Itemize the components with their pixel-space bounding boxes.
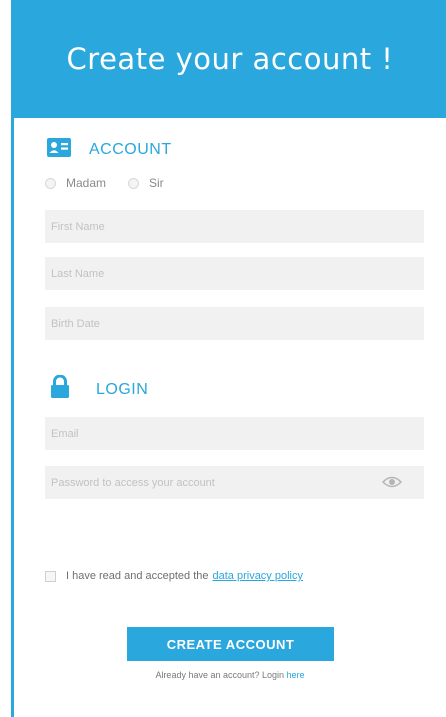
radio-sir-label: Sir — [149, 176, 164, 190]
login-section-title: LOGIN — [50, 374, 149, 404]
first-name-input[interactable] — [45, 210, 424, 243]
login-section-label: LOGIN — [96, 380, 149, 398]
login-prompt: Already have an account? Login here — [0, 670, 446, 680]
radio-madam-circle[interactable] — [45, 177, 56, 189]
login-prompt-text: Already have an account? Login — [155, 670, 285, 680]
page-title: Create your account ! — [66, 42, 394, 76]
id-card-icon — [47, 138, 71, 162]
email-input[interactable] — [45, 417, 424, 450]
account-section-label: ACCOUNT — [89, 141, 172, 158]
radio-sir-circle[interactable] — [128, 177, 140, 189]
account-section-title: ACCOUNT — [47, 138, 172, 162]
radio-madam-label: Madam — [66, 176, 107, 190]
create-account-page: Create your account ! ACCOUNT Madam Sir — [0, 0, 446, 717]
privacy-consent-checkbox[interactable] — [45, 570, 56, 582]
privacy-policy-link[interactable]: data privacy policy — [213, 570, 304, 582]
create-account-button[interactable]: CREATE ACCOUNT — [127, 627, 334, 661]
last-name-input[interactable] — [45, 257, 424, 290]
radio-sir[interactable]: Sir — [128, 176, 164, 190]
birth-date-input[interactable] — [45, 307, 424, 340]
civility-radio-group: Madam Sir — [45, 176, 186, 190]
eye-icon[interactable] — [381, 475, 403, 489]
page-header: Create your account ! — [14, 0, 446, 118]
privacy-consent-text: I have read and accepted the — [66, 570, 209, 582]
radio-madam[interactable]: Madam — [45, 176, 106, 190]
lock-icon — [50, 374, 70, 404]
password-input[interactable] — [45, 466, 424, 499]
login-here-link[interactable]: here — [287, 670, 305, 680]
privacy-consent: I have read and accepted the data privac… — [45, 570, 303, 582]
